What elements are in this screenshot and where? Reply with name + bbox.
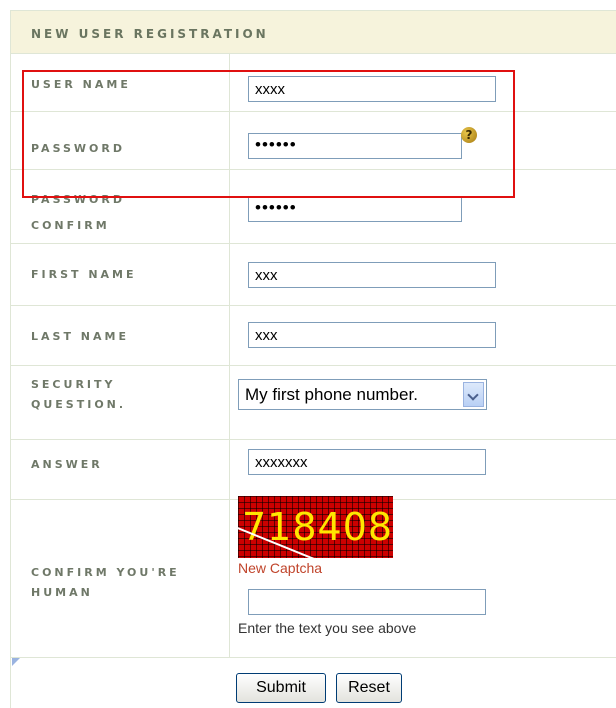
form-title: NEW USER REGISTRATION (31, 27, 269, 41)
new-captcha-link[interactable]: New Captcha (238, 560, 322, 576)
security-question-label-line2: QUESTION. (31, 398, 127, 411)
question-icon[interactable]: ? (461, 127, 477, 143)
answer-label: ANSWER (31, 458, 103, 471)
password-confirm-input[interactable]: •••••• (248, 196, 462, 222)
password-confirm-label-line1: PASSWORD (31, 193, 126, 206)
form-header: NEW USER REGISTRATION (11, 10, 616, 54)
last-name-label: LAST NAME (31, 330, 129, 343)
captcha-input[interactable] (248, 589, 486, 615)
captcha-image-text: 718408 (242, 505, 393, 549)
reset-button[interactable]: Reset (336, 673, 402, 703)
captcha-image: 718408 (238, 496, 393, 558)
answer-input[interactable]: xxxxxxx (248, 449, 486, 475)
chevron-down-icon[interactable] (463, 382, 484, 407)
captcha-label-line2: HUMAN (31, 586, 93, 599)
username-label: USER NAME (31, 78, 131, 91)
password-input[interactable]: •••••• (248, 133, 462, 159)
captcha-hint: Enter the text you see above (238, 620, 417, 636)
last-name-input[interactable]: xxx (248, 322, 496, 348)
first-name-input[interactable]: xxx (248, 262, 496, 288)
security-question-label-line1: SECURITY (31, 378, 116, 391)
password-confirm-label-line2: CONFIRM (31, 219, 110, 232)
security-question-selected: My first phone number. (245, 385, 418, 404)
captcha-label-line1: CONFIRM YOU'RE (31, 566, 180, 579)
password-label: PASSWORD (31, 142, 126, 155)
submit-button[interactable]: Submit (236, 673, 326, 703)
security-question-select[interactable]: My first phone number. (238, 379, 487, 410)
corner-marker (12, 658, 20, 666)
first-name-label: FIRST NAME (31, 268, 137, 281)
username-input[interactable]: xxxx (248, 76, 496, 102)
